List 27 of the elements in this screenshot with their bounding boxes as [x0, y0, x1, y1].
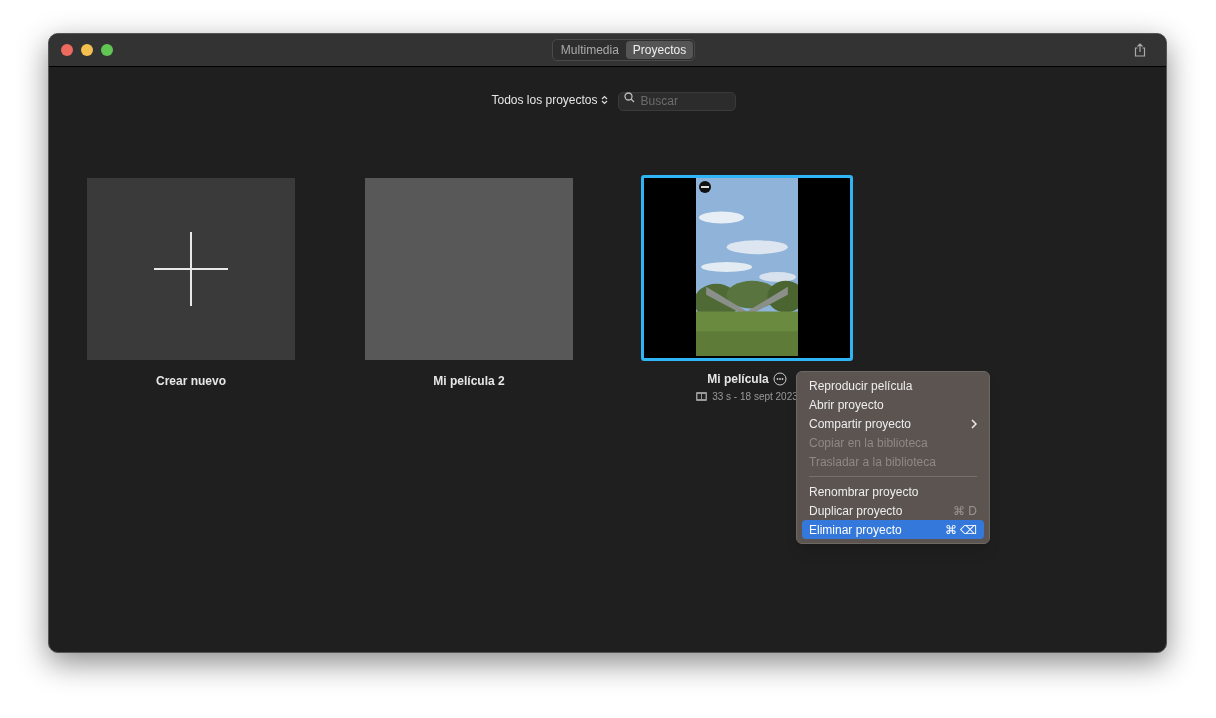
projects-filter-dropdown[interactable]: Todos los proyectos: [491, 91, 608, 109]
minimize-button[interactable]: [81, 44, 93, 56]
film-icon: [696, 392, 708, 401]
updown-chevron-icon: [600, 95, 608, 105]
search-field[interactable]: Buscar: [617, 91, 736, 111]
menu-item[interactable]: Renombrar proyecto: [802, 482, 984, 501]
project-title: Mi película 2: [433, 373, 505, 390]
project-thumbnail[interactable]: [365, 178, 573, 360]
project-title: Crear nuevo: [156, 373, 226, 390]
badge-icon: [699, 181, 711, 193]
menu-item[interactable]: Duplicar proyecto ⌘ D: [802, 501, 984, 520]
project-title: Mi película: [707, 371, 769, 388]
close-button[interactable]: [61, 44, 73, 56]
view-tab[interactable]: Proyectos: [625, 41, 694, 59]
menu-item[interactable]: Reproducir película: [802, 376, 984, 395]
search-icon: [623, 92, 635, 103]
view-tab[interactable]: Multimedia: [553, 41, 626, 59]
share-icon[interactable]: [1134, 43, 1146, 57]
menu-item[interactable]: Eliminar proyecto ⌘ ⌫: [802, 520, 984, 539]
zoom-button[interactable]: [101, 44, 113, 56]
menu-item[interactable]: Compartir proyecto: [802, 414, 984, 433]
chevron-right-icon: [971, 418, 977, 429]
project-thumbnail[interactable]: [644, 178, 850, 358]
more-icon[interactable]: [772, 372, 787, 386]
new-project-tile[interactable]: [87, 178, 295, 360]
menu-item[interactable]: Abrir proyecto: [802, 395, 984, 414]
plus-icon: [152, 230, 230, 308]
